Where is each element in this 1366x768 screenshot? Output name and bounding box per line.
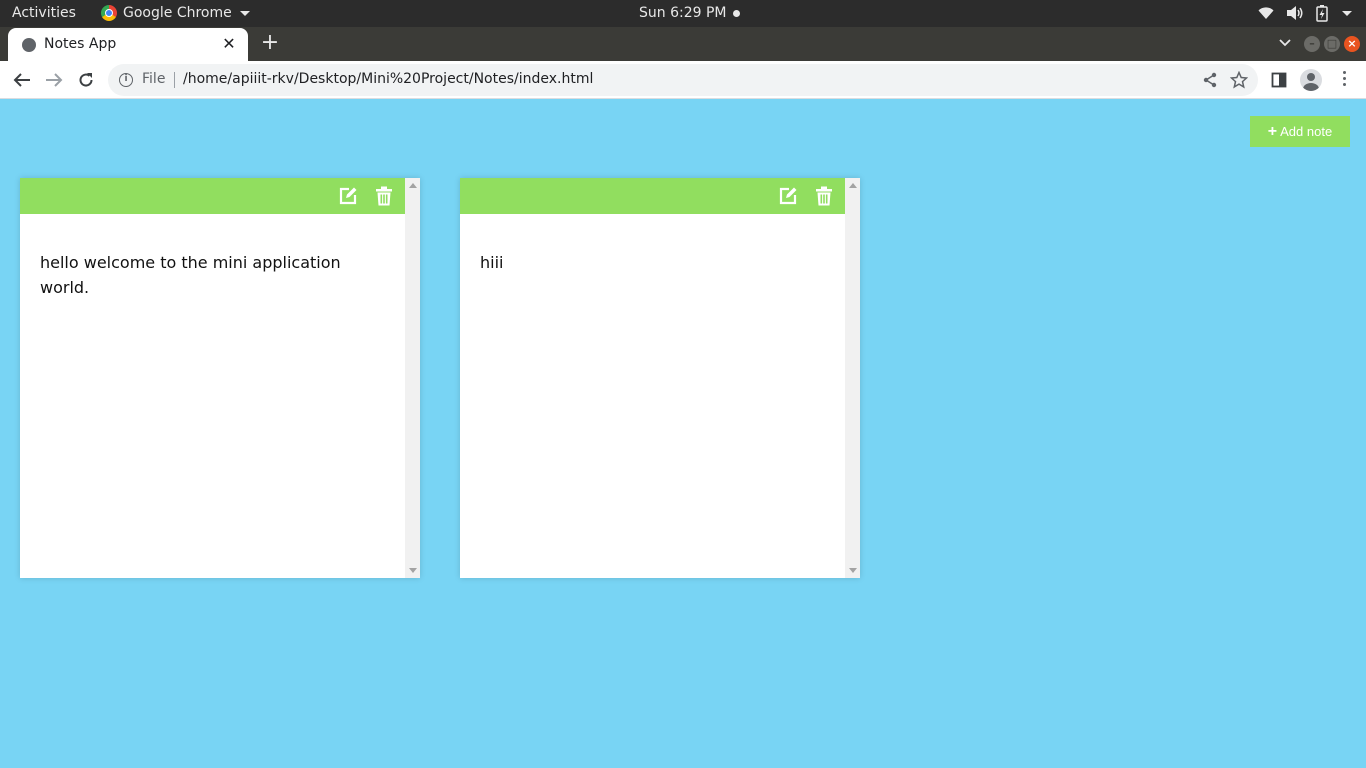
tab-strip: Notes App ✕ + – □ × (0, 27, 1366, 61)
system-top-bar: Activities Google Chrome Sun 6:29 PM (0, 0, 1366, 27)
scroll-up-arrow-icon[interactable] (849, 183, 857, 188)
note-card: hiii (460, 178, 860, 578)
tab-title: Notes App (44, 36, 117, 52)
caret-down-icon (239, 10, 250, 16)
profile-avatar-icon[interactable] (1300, 69, 1322, 91)
notification-dot-icon (732, 9, 740, 17)
close-icon: × (1347, 37, 1357, 50)
scroll-down-arrow-icon[interactable] (849, 568, 857, 573)
new-tab-button[interactable]: + (258, 31, 282, 55)
note-scrollbar[interactable] (845, 178, 860, 578)
arrow-left-icon (13, 73, 30, 87)
tab-close-icon[interactable]: ✕ (220, 34, 238, 54)
note-toolbar (460, 178, 845, 214)
tray-caret-down-icon (1342, 10, 1352, 16)
reload-button[interactable] (74, 68, 98, 92)
browser-toolbar: i File /home/apiiit-rkv/Desktop/Mini%20P… (0, 61, 1366, 99)
window-controls: – □ × (1304, 36, 1360, 52)
add-note-label: Add note (1280, 124, 1333, 139)
trash-icon[interactable] (816, 186, 832, 206)
system-tray[interactable] (1258, 4, 1352, 22)
url-separator (174, 72, 175, 88)
forward-button[interactable] (42, 68, 66, 92)
wifi-icon (1258, 7, 1274, 19)
info-icon[interactable]: i (119, 73, 133, 87)
battery-icon (1316, 5, 1328, 22)
trash-icon[interactable] (376, 186, 392, 206)
activities-button[interactable]: Activities (12, 5, 76, 21)
note-toolbar (20, 178, 405, 214)
address-bar[interactable]: i File /home/apiiit-rkv/Desktop/Mini%20P… (108, 64, 1258, 96)
note-card: hello welcome to the mini application wo… (20, 178, 420, 578)
back-button[interactable] (10, 68, 34, 92)
globe-icon (22, 38, 36, 52)
edit-icon[interactable] (778, 186, 798, 206)
share-icon[interactable] (1202, 72, 1218, 88)
clock[interactable]: Sun 6:29 PM (639, 5, 740, 21)
scroll-down-arrow-icon[interactable] (409, 568, 417, 573)
maximize-icon: □ (1326, 37, 1338, 50)
edit-icon[interactable] (338, 186, 358, 206)
bookmark-star-icon[interactable] (1230, 71, 1248, 89)
close-window-button[interactable]: × (1344, 36, 1360, 52)
more-menu-icon[interactable] (1336, 71, 1352, 89)
maximize-button[interactable]: □ (1324, 36, 1340, 52)
clock-label: Sun 6:29 PM (639, 5, 727, 21)
plus-icon: + (1267, 122, 1278, 140)
note-text[interactable]: hiii (480, 250, 825, 275)
add-note-button[interactable]: + Add note (1250, 116, 1350, 147)
tab-notes-app[interactable]: Notes App ✕ (8, 28, 248, 61)
tab-search-chevron-icon[interactable] (1278, 35, 1292, 49)
url-scheme-label: File (142, 71, 166, 87)
note-text[interactable]: hello welcome to the mini application wo… (40, 250, 385, 300)
note-scrollbar[interactable] (405, 178, 420, 578)
minimize-icon: – (1309, 37, 1315, 50)
volume-icon (1287, 6, 1303, 20)
scroll-up-arrow-icon[interactable] (409, 183, 417, 188)
minimize-button[interactable]: – (1304, 36, 1320, 52)
app-menu-label: Google Chrome (123, 5, 232, 21)
url-text[interactable]: /home/apiiit-rkv/Desktop/Mini%20Project/… (183, 71, 593, 87)
app-menu[interactable]: Google Chrome (101, 5, 250, 21)
chrome-logo-icon (101, 5, 117, 21)
reload-icon (79, 73, 93, 87)
arrow-right-icon (46, 73, 63, 87)
side-panel-icon[interactable] (1271, 72, 1287, 88)
